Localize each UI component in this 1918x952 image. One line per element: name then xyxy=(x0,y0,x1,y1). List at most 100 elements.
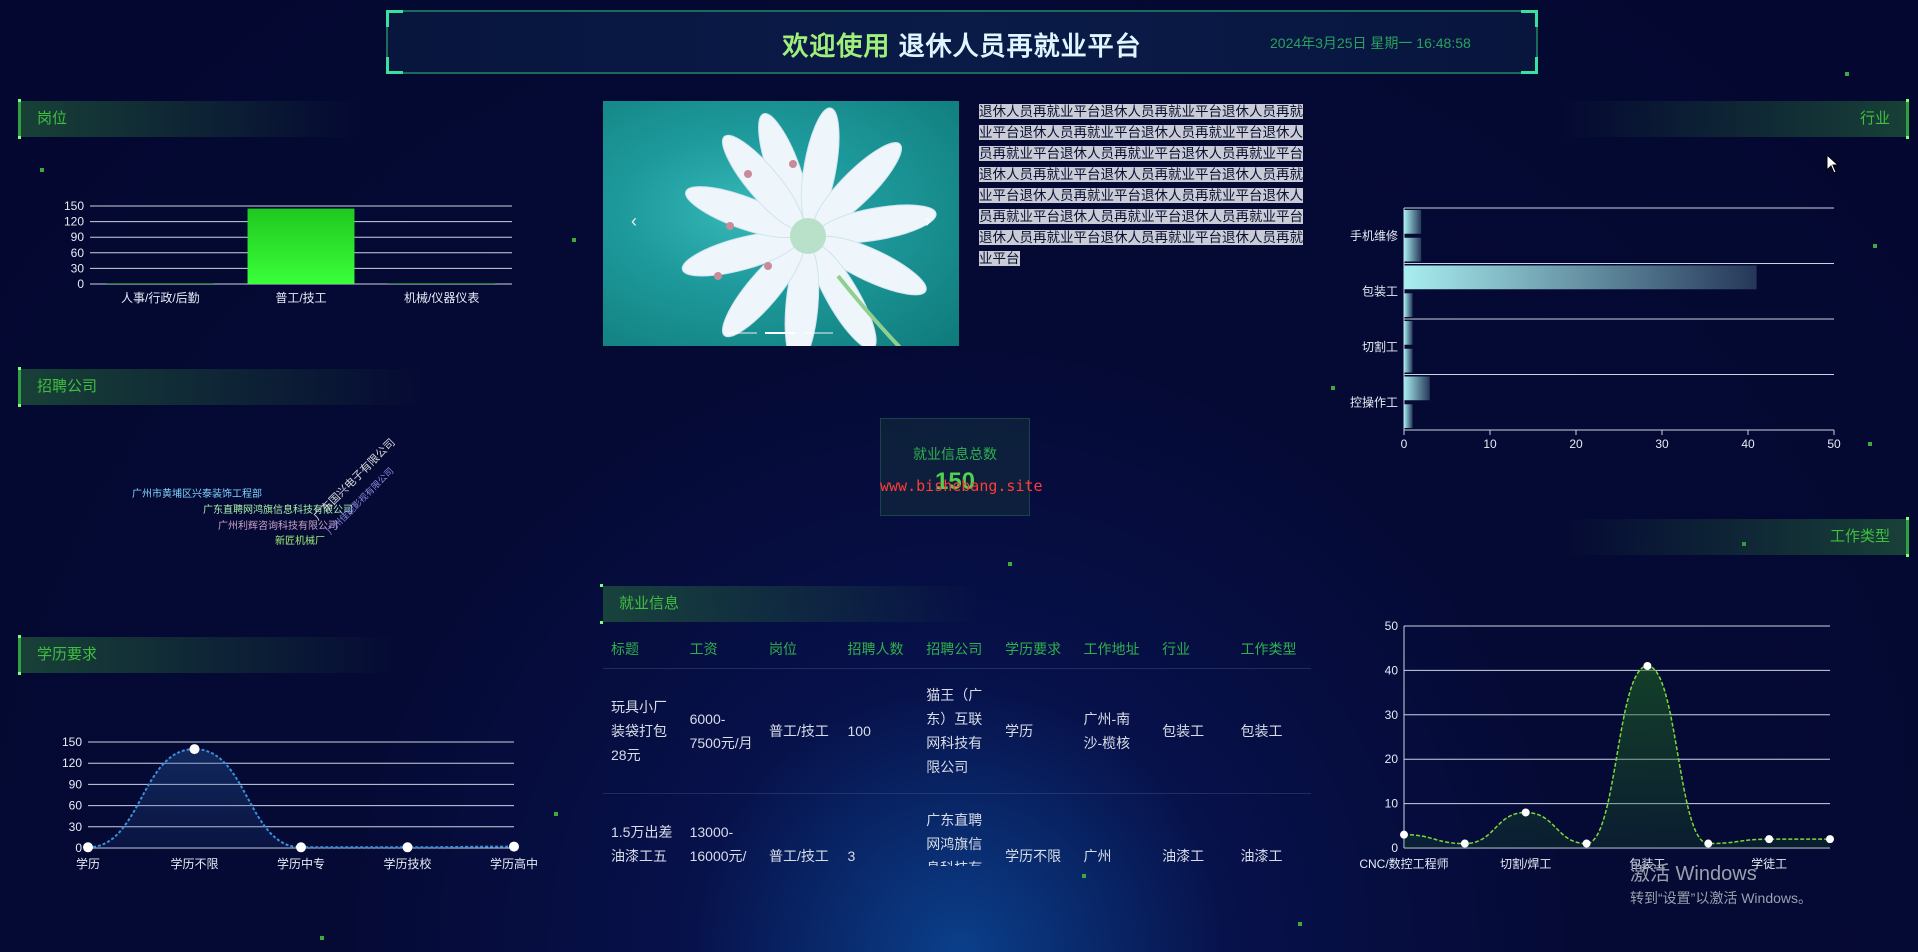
y-tick-label: 0 xyxy=(1391,841,1398,855)
intro-text: 退休人员再就业平台退休人员再就业平台退休人员再就业平台退休人员再就业平台退休人员… xyxy=(979,104,1303,266)
panel-title: 岗位 xyxy=(37,110,68,127)
image-carousel[interactable]: ‹ › xyxy=(603,101,959,346)
column-header: 招聘人数 xyxy=(847,641,904,657)
data-point xyxy=(1826,835,1834,844)
datetime: 2024年3月25日 星期一 16:48:58 xyxy=(1270,35,1471,51)
flower-image xyxy=(681,107,937,346)
table-row[interactable]: 1.5万出差油漆工五险 13000-16000元/月 普工/技工 3 广东直聘网… xyxy=(603,793,1311,866)
y-tick-label: 20 xyxy=(1385,752,1399,766)
carousel-indicator[interactable] xyxy=(727,332,757,334)
data-point xyxy=(509,841,519,852)
column-header: 招聘公司 xyxy=(926,641,983,657)
panel-header-industry: 行业 xyxy=(1560,99,1909,139)
cell-company: 猫王（广东）互联网科技有限公司 xyxy=(918,668,998,794)
y-tick-label: 50 xyxy=(1385,619,1399,633)
decor-star xyxy=(1868,442,1872,446)
jobs-table-container[interactable]: 标题 工资 岗位 招聘人数 招聘公司 学历要求 工作地址 行业 工作类型 玩具小… xyxy=(603,630,1311,866)
data-point xyxy=(1400,830,1408,839)
header-banner: 欢迎使用 退休人员再就业平台 2024年3月25日 星期一 16:48:58 xyxy=(386,10,1538,74)
x-tick-label: 普工/技工 xyxy=(275,291,326,305)
panel-header-jobs: 就业信息 xyxy=(600,584,979,624)
x-tick-label: 20 xyxy=(1569,437,1583,451)
x-tick-label: 切割/焊工 xyxy=(1500,856,1551,871)
x-tick-label: 学历技校 xyxy=(383,856,431,871)
bar xyxy=(1404,404,1413,428)
carousel-prev-arrow[interactable]: ‹ xyxy=(631,211,637,232)
site-watermark: www.bishebang.site xyxy=(880,477,1043,495)
data-point xyxy=(1582,839,1591,848)
decor-star xyxy=(1008,562,1012,566)
bar xyxy=(1404,210,1422,234)
bar xyxy=(247,208,355,284)
column-header: 岗位 xyxy=(768,641,797,657)
decor-star xyxy=(1298,922,1302,926)
total-jobs-card: 就业信息总数 150 xyxy=(880,418,1030,516)
carousel-indicator-active[interactable] xyxy=(765,332,795,334)
column-header: 工资 xyxy=(689,641,718,657)
y-tick-label: 0 xyxy=(75,841,82,855)
x-tick-label: 学历不限 xyxy=(170,856,218,871)
cell-position: 普工/技工 xyxy=(760,668,840,794)
y-tick-label: 60 xyxy=(71,246,85,260)
company-wordcloud: 广州市黄埔区兴泰装饰工程部 广东直聘网鸿旗信息科技有限公司 广州利辉咨询科技有限公司… xyxy=(100,437,430,580)
data-point xyxy=(296,842,306,853)
cell-position: 普工/技工 xyxy=(760,793,840,866)
bar xyxy=(1404,237,1422,262)
y-tick-label: 30 xyxy=(69,820,83,834)
panel-title: 就业信息 xyxy=(619,595,680,612)
data-point xyxy=(1643,661,1652,670)
total-label: 就业信息总数 xyxy=(913,446,997,462)
x-tick-label: CNC/数控工程师 xyxy=(1359,856,1448,871)
bar xyxy=(106,283,214,284)
y-tick-label: 90 xyxy=(69,777,83,791)
y-tick-label: 30 xyxy=(1385,708,1399,722)
panel-title: 招聘公司 xyxy=(37,378,98,395)
worktype-area-chart: 01020304050CNC/数控工程师 切割/焊工 包装工 学徒工 xyxy=(1359,619,1834,871)
column-header: 工作类型 xyxy=(1240,641,1297,657)
cell-headcount: 100 xyxy=(839,668,919,794)
x-tick-label: 50 xyxy=(1827,437,1841,451)
title-main: 退休人员再就业平台 xyxy=(898,31,1142,61)
cell-industry: 油漆工 xyxy=(1154,793,1233,866)
panel-title: 工作类型 xyxy=(1829,528,1890,545)
data-point xyxy=(1765,835,1774,844)
y-tick-label: 包装工 xyxy=(1362,284,1398,298)
decor-star xyxy=(320,936,324,940)
area-fill xyxy=(88,749,514,848)
bar xyxy=(1404,293,1413,317)
activation-line1: 激活 Windows xyxy=(1630,863,1757,885)
x-tick-label: 学历高中 xyxy=(490,856,538,871)
cell-salary: 6000-7500元/月 xyxy=(681,668,761,794)
bar xyxy=(1404,321,1413,345)
x-tick-label: 机械/仪器仪表 xyxy=(404,290,479,305)
data-point xyxy=(1460,839,1469,848)
x-tick-label: 0 xyxy=(1401,437,1408,451)
decor-star xyxy=(572,238,576,242)
cell-education: 学历 xyxy=(997,668,1076,794)
y-tick-label: 30 xyxy=(71,261,85,275)
column-header: 学历要求 xyxy=(1005,641,1062,657)
cursor-icon xyxy=(1826,154,1840,174)
y-tick-label: 10 xyxy=(1385,797,1399,811)
y-tick-label: 切割工 xyxy=(1362,339,1398,354)
y-tick-label: 120 xyxy=(62,756,82,770)
bar xyxy=(1404,265,1757,290)
carousel-indicator[interactable] xyxy=(803,332,833,334)
carousel-next-arrow[interactable]: › xyxy=(925,211,931,232)
bar xyxy=(388,283,496,284)
activation-line2: 转到“设置”以激活 Windows。 xyxy=(1630,890,1813,906)
column-header: 工作地址 xyxy=(1083,641,1140,657)
panel-header-companies: 招聘公司 xyxy=(18,367,427,407)
column-header: 行业 xyxy=(1162,641,1191,657)
data-point xyxy=(83,842,93,853)
positions-bar-chart: 0 3060 90120 150 人事/行政/后勤 普工/技工 机械/仪器仪表 xyxy=(64,199,512,305)
panel-header-worktype: 工作类型 xyxy=(1560,517,1909,557)
decor-star xyxy=(1331,386,1335,390)
cell-headcount: 3 xyxy=(839,793,919,866)
y-tick-label: 90 xyxy=(71,230,85,244)
platform-intro-text: 退休人员再就业平台退休人员再就业平台退休人员再就业平台退休人员再就业平台退休人员… xyxy=(979,101,1316,269)
panel-header-positions: 岗位 xyxy=(18,99,357,139)
x-tick-label: 学历 xyxy=(76,856,100,871)
table-row[interactable]: 玩具小厂装袋打包28元 6000-7500元/月 普工/技工 100 猫王（广东… xyxy=(603,668,1311,794)
cell-company: 广东直聘网鸿旗信息科技有限公司 xyxy=(918,793,998,866)
